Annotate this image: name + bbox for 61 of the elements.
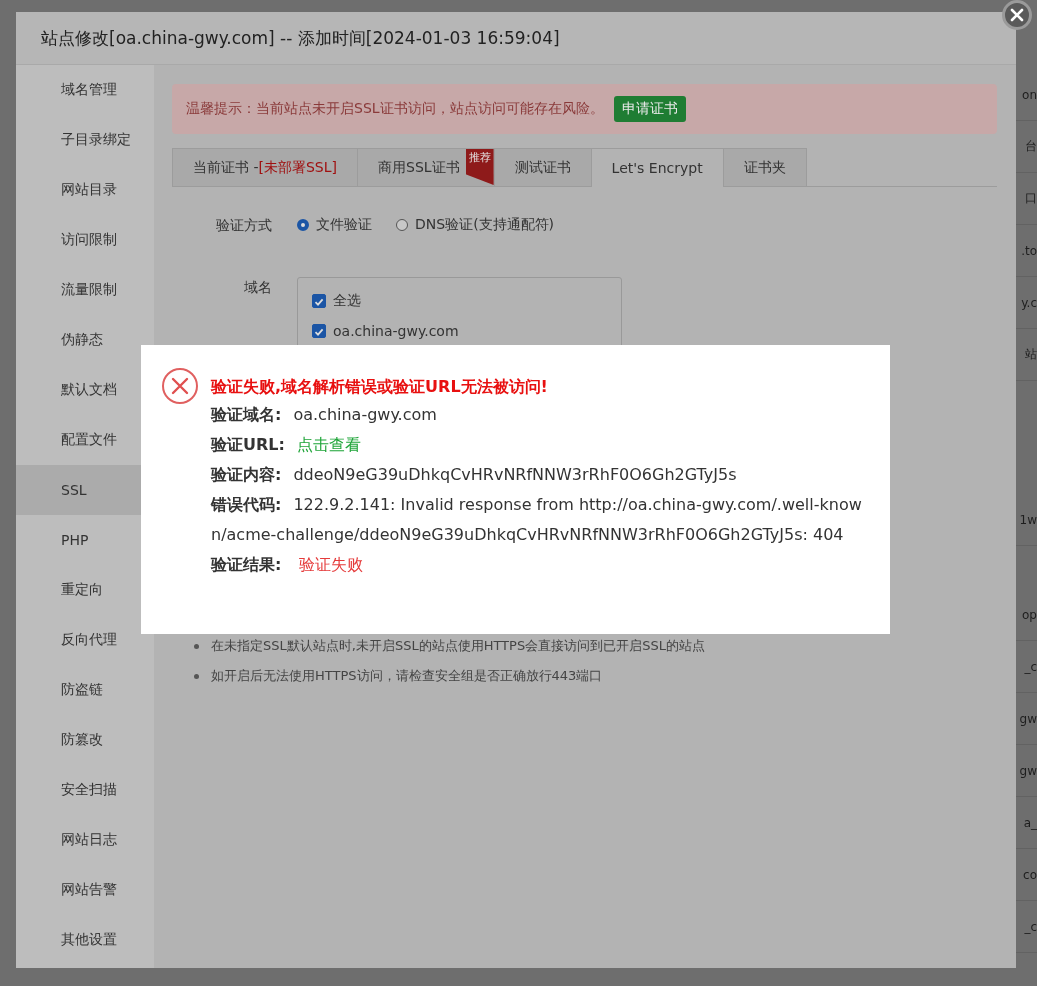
close-icon: [1010, 8, 1024, 22]
background-text: on: [1022, 87, 1037, 102]
sidebar-item[interactable]: 子目录绑定: [16, 115, 154, 165]
sidebar-item[interactable]: 流量限制: [16, 265, 154, 315]
tab[interactable]: Let's Encrypt: [590, 148, 724, 187]
close-button[interactable]: [1002, 0, 1032, 30]
dialog-title: 站点修改[oa.china-gwy.com] -- 添加时间[2024-01-03 16:59:04]: [41, 26, 560, 50]
background-text: _c: [1024, 659, 1037, 674]
sidebar-item[interactable]: 网站告警: [16, 865, 154, 915]
note-text: 如开启后无法使用HTTPS访问，请检查安全组是否正确放行443端口: [211, 667, 603, 685]
checkbox[interactable]: [312, 324, 326, 338]
error-detail: 错误代码: 122.9.2.141: Invalid response from http://oa.china-gwy.com/.well-known/acme-challenge/ddeoN9eG39uDhkqCvHRvNRfNNW3rRhF0O6Gh2GTyJ5s: 404: [211, 494, 863, 546]
error-detail: 验证内容: ddeoN9eG39uDhkqCvHRvNRfNNW3rRhF0O6Gh2GTyJ5s: [211, 464, 738, 486]
background-text: _c: [1024, 919, 1037, 934]
error-detail: 验证URL: 点击查看: [211, 434, 362, 456]
radio-icon[interactable]: [297, 219, 309, 231]
error-icon: [161, 367, 199, 405]
sidebar-item[interactable]: 伪静态: [16, 315, 154, 365]
background-text: 站: [1025, 346, 1037, 363]
sidebar-item[interactable]: 域名管理: [16, 65, 154, 115]
background-text: a_: [1023, 815, 1037, 830]
background-text: 台: [1025, 138, 1037, 155]
tab[interactable]: 当前证书 -[未部署SSL]: [172, 148, 358, 186]
field-label: 验证方式: [215, 216, 272, 235]
radio-option[interactable]: DNS验证(支持通配符): [396, 215, 555, 235]
radio-icon[interactable]: [396, 219, 408, 231]
background-text: op: [1022, 607, 1037, 622]
sidebar-item[interactable]: 访问限制: [16, 215, 154, 265]
tab[interactable]: 证书夹: [722, 148, 807, 186]
sidebar-item[interactable]: 防盗链: [16, 665, 154, 715]
tab[interactable]: 测试证书: [493, 148, 592, 186]
sidebar-item[interactable]: 其他设置: [16, 915, 154, 965]
bullet-icon: [194, 673, 199, 679]
radio-option[interactable]: 文件验证: [297, 215, 372, 235]
error-detail: 验证域名: oa.china-gwy.com: [211, 404, 438, 426]
sidebar-item[interactable]: 安全扫描: [16, 765, 154, 815]
sidebar-item[interactable]: 反向代理: [16, 615, 154, 665]
error-title: 验证失败,域名解析错误或验证URL无法被访问!: [211, 376, 549, 398]
background-text: 1w: [1019, 512, 1037, 527]
background-text: .to: [1021, 243, 1037, 258]
error-detail: 验证结果: 验证失败: [211, 554, 365, 576]
radio-label: DNS验证(支持通配符): [415, 216, 555, 234]
checkbox[interactable]: [312, 294, 326, 308]
sidebar-item[interactable]: 网站日志: [16, 815, 154, 865]
note-text: 在未指定SSL默认站点时,未开启SSL的站点使用HTTPS会直接访问到已开启SSL的站点: [211, 637, 705, 655]
warning-text: 温馨提示：当前站点未开启SSL证书访问，站点访问可能存在风险。: [186, 100, 604, 118]
bullet-icon: [194, 643, 199, 649]
sidebar-item[interactable]: 网站目录: [16, 165, 154, 215]
recommend-ribbon: 推荐: [465, 149, 494, 185]
background-text: y.c: [1021, 295, 1037, 310]
checkbox-label: 全选: [333, 292, 361, 310]
apply-certificate-button[interactable]: 申请证书: [613, 96, 686, 122]
background-text: gw: [1019, 763, 1037, 778]
background-text: co: [1023, 867, 1037, 882]
background-text: 口: [1025, 190, 1037, 207]
tab[interactable]: 商用SSL证书 推荐: [357, 148, 495, 186]
field-label: 域名: [243, 278, 272, 297]
checkbox-label: oa.china-gwy.com: [333, 323, 459, 339]
background-text: gw: [1019, 711, 1037, 726]
radio-label: 文件验证: [316, 216, 372, 234]
sidebar-item[interactable]: 防篡改: [16, 715, 154, 765]
